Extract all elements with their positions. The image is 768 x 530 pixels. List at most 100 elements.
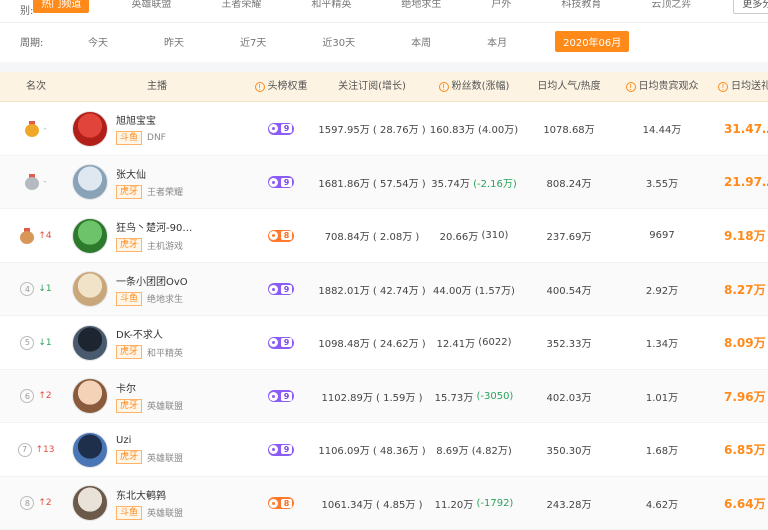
fans-value: 160.83万 — [430, 121, 475, 136]
table-row[interactable]: 5 ↓1 DK-不求人 虎牙 和平精英 9 1098.48万 ( 24.62万 … — [0, 316, 768, 370]
weight-value: 9 — [281, 392, 293, 401]
avatar[interactable] — [72, 485, 108, 521]
period-chip-this-month[interactable]: 本月 — [479, 31, 515, 52]
game-category: 和平精英 — [147, 346, 183, 359]
category-chip-pubg[interactable]: 绝地求生 — [393, 0, 449, 13]
table-row[interactable]: 6 ↑2 卡尔 虎牙 英雄联盟 9 1102.89万 ( 1.59万 ) 15.… — [0, 370, 768, 424]
game-category: DNF — [147, 133, 166, 143]
period-chip-30days[interactable]: 近30天 — [314, 31, 363, 52]
anchor-cell[interactable]: 狂鸟丶楚河-90… 虎牙 主机游戏 — [72, 209, 192, 262]
fans-delta: (-3050) — [476, 391, 513, 402]
col-anchor[interactable]: 主播 — [72, 72, 242, 102]
fans-cell: 44.00万 (1.57万) — [424, 263, 524, 316]
anchor-cell[interactable]: 一条小团团OvO 斗鱼 绝地求生 — [72, 263, 188, 316]
table-row[interactable]: - 张大仙 虎牙 王者荣耀 9 1681.86万 ( 57.54万 ) 35.7… — [0, 156, 768, 210]
follow-cell: 1106.09万 ( 48.36万 ) — [320, 423, 424, 476]
anchor-cell[interactable]: 旭旭宝宝 斗鱼 DNF — [72, 102, 166, 155]
anchor-name[interactable]: DK-不求人 — [116, 326, 183, 341]
category-chip-tech[interactable]: 科技教育 — [553, 0, 609, 13]
table-row[interactable]: 7 ↑13 Uzi 虎牙 英雄联盟 9 1106.09万 ( 48.36万 ) … — [0, 423, 768, 477]
info-icon[interactable]: ! — [626, 82, 636, 92]
anchor-name[interactable]: 旭旭宝宝 — [116, 112, 166, 127]
category-chip-tft[interactable]: 云顶之弈 — [643, 0, 699, 13]
category-chip-lol[interactable]: 英雄联盟 — [123, 0, 179, 13]
weight-badge: 9 — [268, 390, 295, 402]
category-chip-hpjy[interactable]: 和平精英 — [303, 0, 359, 13]
rank-change-value: 2 — [46, 391, 52, 401]
period-chip-today[interactable]: 今天 — [80, 31, 116, 52]
more-categories-button[interactable]: 更多分类 — [733, 0, 768, 14]
fans-value: 15.73万 — [435, 389, 474, 404]
rank-change-value: 4 — [46, 231, 52, 241]
weight-cell: 9 — [242, 423, 320, 476]
anchor-cell[interactable]: Uzi 虎牙 英雄联盟 — [72, 423, 183, 476]
follow-cell: 1098.48万 ( 24.62万 ) — [320, 316, 424, 369]
badge-icon — [269, 338, 278, 347]
platform-tag: 虎牙 — [116, 185, 142, 199]
platform-tag: 虎牙 — [116, 345, 142, 359]
avatar[interactable] — [72, 164, 108, 200]
anchor-name[interactable]: 东北大鹌鹑 — [116, 487, 183, 502]
rank-down-icon: ↓1 — [38, 284, 51, 294]
avatar[interactable] — [72, 218, 108, 254]
col-gift[interactable]: !日均送礼 — [710, 72, 768, 102]
col-fans[interactable]: !粉丝数(涨幅) — [424, 72, 524, 102]
col-follow[interactable]: 关注订阅(增长) — [320, 72, 424, 102]
table-row[interactable]: 4 ↓1 一条小团团OvO 斗鱼 绝地求生 9 1882.01万 ( 42.74… — [0, 263, 768, 317]
popularity-cell: 243.28万 — [524, 477, 614, 530]
follow-cell: 1061.34万 ( 4.85万 ) — [320, 477, 424, 530]
fans-cell: 12.41万 (6022) — [424, 316, 524, 369]
avatar[interactable] — [72, 325, 108, 361]
info-icon[interactable]: ! — [439, 82, 449, 92]
category-chip-hot[interactable]: 热门频道 — [33, 0, 89, 13]
category-chip-outdoor[interactable]: 户外 — [483, 0, 519, 13]
fans-cell: 11.20万 (-1792) — [424, 477, 524, 530]
weight-value: 9 — [281, 124, 293, 133]
weight-cell: 9 — [242, 156, 320, 209]
platform-tag: 虎牙 — [116, 399, 142, 413]
anchor-name[interactable]: 张大仙 — [116, 166, 183, 181]
info-icon[interactable]: ! — [255, 82, 265, 92]
anchor-name[interactable]: 卡尔 — [116, 380, 183, 395]
col-weight[interactable]: !头榜权重 — [242, 72, 320, 102]
col-viewers[interactable]: !日均贵宾观众 — [614, 72, 710, 102]
game-category: 王者荣耀 — [147, 185, 183, 198]
avatar[interactable] — [72, 432, 108, 468]
rank-down-icon: ↓1 — [38, 338, 51, 348]
col-viewers-label: 日均贵宾观众 — [639, 81, 699, 92]
fans-cell: 15.73万 (-3050) — [424, 370, 524, 423]
avatar[interactable] — [72, 271, 108, 307]
info-icon[interactable]: ! — [718, 82, 728, 92]
avatar[interactable] — [72, 378, 108, 414]
viewers-cell: 1.34万 — [614, 316, 710, 369]
fans-delta: (6022) — [478, 337, 511, 348]
col-rank[interactable]: 名次 — [0, 72, 72, 102]
period-chip-this-week[interactable]: 本周 — [403, 31, 439, 52]
silver-medal-icon — [25, 174, 39, 190]
popularity-cell: 237.69万 — [524, 209, 614, 262]
table-row[interactable]: - 旭旭宝宝 斗鱼 DNF 9 1597.95万 ( 28.76万 ) 160.… — [0, 102, 768, 156]
anchor-name[interactable]: Uzi — [116, 435, 183, 446]
period-chip-yesterday[interactable]: 昨天 — [156, 31, 192, 52]
table-row[interactable]: ↑4 狂鸟丶楚河-90… 虎牙 主机游戏 8 708.84万 ( 2.08万 )… — [0, 209, 768, 263]
ranking-table-header: 名次 主播 !头榜权重 关注订阅(增长) !粉丝数(涨幅) 日均人气/热度 !日… — [0, 72, 768, 102]
period-chip-2020-06[interactable]: 2020年06月 — [555, 31, 629, 52]
rank-up-icon: ↑2 — [38, 498, 51, 508]
anchor-cell[interactable]: DK-不求人 虎牙 和平精英 — [72, 316, 183, 369]
anchor-name[interactable]: 狂鸟丶楚河-90… — [116, 219, 192, 234]
weight-cell: 9 — [242, 102, 320, 155]
avatar[interactable] — [72, 111, 108, 147]
category-chip-wzry[interactable]: 王者荣耀 — [213, 0, 269, 13]
period-chip-7days[interactable]: 近7天 — [232, 31, 274, 52]
anchor-cell[interactable]: 卡尔 虎牙 英雄联盟 — [72, 370, 183, 423]
popularity-cell: 1078.68万 — [524, 102, 614, 155]
table-row[interactable]: 8 ↑2 东北大鹌鹑 斗鱼 英雄联盟 8 1061.34万 ( 4.85万 ) … — [0, 477, 768, 530]
rank-number: 7 — [18, 443, 32, 457]
badge-icon — [269, 392, 278, 401]
gift-cell: 9.18万 — [710, 209, 768, 262]
anchor-cell[interactable]: 张大仙 虎牙 王者荣耀 — [72, 156, 183, 209]
col-popularity[interactable]: 日均人气/热度 — [524, 72, 614, 102]
anchor-cell[interactable]: 东北大鹌鹑 斗鱼 英雄联盟 — [72, 477, 183, 530]
anchor-name[interactable]: 一条小团团OvO — [116, 273, 188, 288]
weight-cell: 8 — [242, 209, 320, 262]
